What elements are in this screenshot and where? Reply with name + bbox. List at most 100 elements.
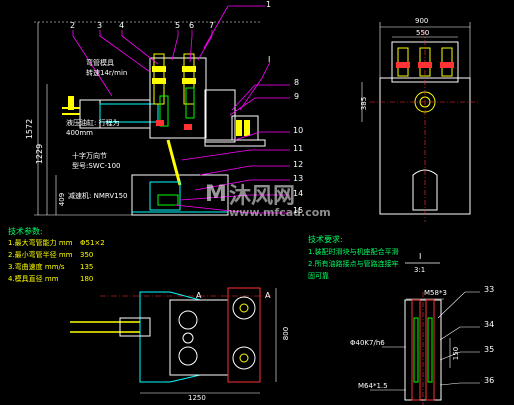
plan-cylinder <box>119 317 151 337</box>
plan-head <box>227 287 261 383</box>
tech-params-row: 4.模具直径 mm 180 <box>8 276 93 288</box>
leader-9 <box>229 97 290 116</box>
leader-11 <box>181 149 290 161</box>
balloon-2: 2 <box>70 21 76 30</box>
tech-param-label: 3.弯曲速度 mm/s <box>8 263 65 271</box>
tech-param-value: 135 <box>80 263 94 271</box>
section-mark-II: I <box>268 55 271 64</box>
plan-dims <box>140 288 277 394</box>
section-a-right: A <box>265 291 271 300</box>
note-bending-speed: 转速14r/min <box>86 69 128 77</box>
reducer-motor <box>157 194 179 206</box>
tech-params: 技术参数: 1.最大弯管能力 mm Φ51×2 2.最小弯管半径 mm 350 … <box>8 227 105 288</box>
detail-sleeve-right <box>425 299 435 401</box>
tech-req-line: 1.装配时滑块与机座配合平滑 <box>308 248 399 256</box>
dim-lower-height: 1229 <box>35 143 45 165</box>
balloon-35: 35 <box>484 345 495 354</box>
spindle-right-collar-a <box>182 66 196 72</box>
plan-bolt-bottom <box>232 346 256 370</box>
note-cylinder-stroke: 400mm <box>66 129 93 137</box>
dim-detail-height: 150 <box>452 346 461 361</box>
side-view <box>370 30 480 222</box>
cylinder-end <box>68 96 74 110</box>
watermark-url: www.mfcad.com <box>229 206 331 219</box>
dim-side-height: 385 <box>360 96 369 111</box>
tech-req-line: 固可靠 <box>308 272 329 280</box>
balloon-9: 9 <box>294 92 300 101</box>
leader-6 <box>189 30 193 63</box>
side-band-c <box>440 62 454 68</box>
balloon-3: 3 <box>97 21 103 30</box>
tech-param-label: 2.最小弯管半径 mm <box>8 251 73 259</box>
dim-side-width-outer: 900 <box>415 17 429 25</box>
plan-roller-top <box>178 310 198 330</box>
leader-section-II <box>239 61 271 111</box>
red-pad-right <box>184 124 192 130</box>
leader-12 <box>199 165 290 176</box>
note-reducer: 减速机: NMRV150 <box>68 192 128 200</box>
dim-plan-height: 800 <box>282 326 291 341</box>
balloon-8: 8 <box>294 78 300 87</box>
green-cylinder-right <box>185 87 195 119</box>
plan-bolt-bottom-core <box>239 353 249 363</box>
balloon-7: 7 <box>209 21 215 30</box>
plan-roller-bottom <box>178 346 198 366</box>
detail-sleeve-left <box>411 299 421 401</box>
balloon-34: 34 <box>484 320 495 329</box>
tech-param-value: 350 <box>80 251 94 259</box>
tech-param-label: 1.最大弯管能力 mm <box>8 239 73 247</box>
tech-req-line: 2.所有油路接点与管路连接牢 <box>308 260 399 268</box>
detail-scale: 3:1 <box>414 266 426 274</box>
dim-detail-fit: Φ40K7/h6 <box>350 339 385 347</box>
balloon-6: 6 <box>189 21 195 30</box>
dim-detail-top: M58*3 <box>424 289 447 297</box>
universal-joint <box>166 139 182 186</box>
balloon-4: 4 <box>119 21 125 30</box>
tech-params-title: 技术参数: <box>8 227 43 236</box>
balloon-33: 33 <box>484 285 495 294</box>
note-bending-lead: 弯管模具 <box>86 59 114 67</box>
tech-param-label: 4.模具直径 mm <box>8 275 59 283</box>
section-a-left: A <box>196 291 202 300</box>
note-coupling-lead: 十字万向节 <box>72 152 107 160</box>
note-cylinder-lead: 液压油缸: 行程为 <box>66 119 120 127</box>
dim-plan-width: 1250 <box>188 394 206 402</box>
tech-req-title: 技术要求: <box>308 235 343 244</box>
balloon-11: 11 <box>293 144 304 153</box>
gearbox-gear-a <box>236 120 242 136</box>
leader-7 <box>197 30 213 61</box>
plan-bolt-top <box>232 296 256 320</box>
leader-36 <box>439 382 480 386</box>
cad-drawing-canvas: 1 2 3 4 5 6 7 8 9 10 11 12 13 14 15 33 3… <box>0 0 514 405</box>
watermark-badge: M <box>205 182 227 207</box>
red-pad-left <box>156 120 164 126</box>
dim-side-width-inner: 550 <box>416 29 430 37</box>
leader-4 <box>121 30 159 65</box>
detail-leaders <box>370 291 480 391</box>
gearbox-gear-b <box>244 120 250 136</box>
side-band-a <box>396 62 410 68</box>
balloon-12: 12 <box>293 160 304 169</box>
plan-roller-mid <box>182 332 194 344</box>
leader-5 <box>171 30 179 61</box>
balloon-36: 36 <box>484 376 495 385</box>
balloon-1: 1 <box>266 0 272 9</box>
spindle-left-collar-b <box>152 78 166 84</box>
dim-detail-bottom: M64*1.5 <box>358 382 388 390</box>
balloon-5: 5 <box>175 21 181 30</box>
spindle-right-collar-b <box>182 78 196 84</box>
detail-mark: I <box>419 252 422 261</box>
side-housing <box>204 89 236 143</box>
note-coupling-model: 型号:SWC-100 <box>72 162 121 170</box>
plan-frame <box>139 291 229 383</box>
spindle-left-collar-a <box>152 66 166 72</box>
detail-view <box>404 292 442 405</box>
tech-param-value: 180 <box>80 275 94 283</box>
balloon-10: 10 <box>293 126 304 135</box>
dim-base-height: 409 <box>58 192 67 207</box>
leader-34 <box>439 326 480 341</box>
leader-10 <box>234 131 290 141</box>
detail-rod-left <box>413 317 419 383</box>
reducer-box <box>149 181 181 211</box>
tech-param-value: Φ51×2 <box>80 239 105 247</box>
